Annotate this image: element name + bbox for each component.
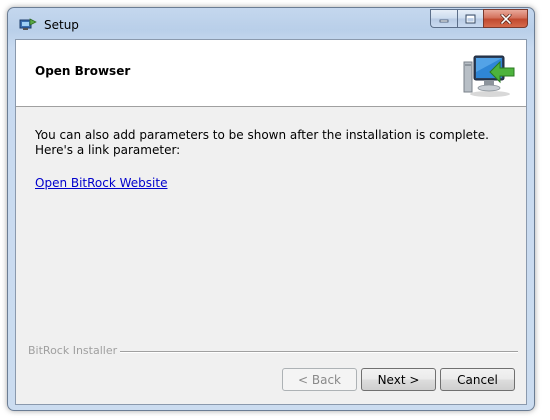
dialog-client-area: Open Browser You can also add parameters… (15, 39, 527, 405)
close-button[interactable] (483, 9, 528, 28)
app-icon (19, 18, 37, 30)
page-title: Open Browser (35, 64, 131, 78)
cancel-button[interactable]: Cancel (440, 368, 515, 391)
maximize-button[interactable] (457, 9, 483, 28)
window-title: Setup (44, 18, 79, 32)
back-button[interactable]: < Back (282, 368, 357, 391)
next-button[interactable]: Next > (361, 368, 436, 391)
setup-window: Setup Open Browser You can also add para… (7, 7, 535, 411)
title-bar[interactable]: Setup (8, 8, 534, 39)
description: You can also add parameters to be shown … (35, 128, 489, 158)
computer-install-icon (463, 55, 515, 97)
minimize-icon (439, 19, 449, 22)
maximize-icon (465, 14, 476, 23)
footer-divider (120, 351, 518, 353)
description-line-1: You can also add parameters to be shown … (35, 128, 489, 142)
header-panel: Open Browser (16, 40, 526, 107)
description-line-2: Here's a link parameter: (35, 143, 181, 157)
close-icon (500, 13, 511, 24)
open-website-link[interactable]: Open BitRock Website (35, 176, 167, 190)
installer-label: BitRock Installer (28, 344, 118, 357)
caption-buttons (430, 9, 528, 29)
minimize-button[interactable] (430, 9, 457, 28)
